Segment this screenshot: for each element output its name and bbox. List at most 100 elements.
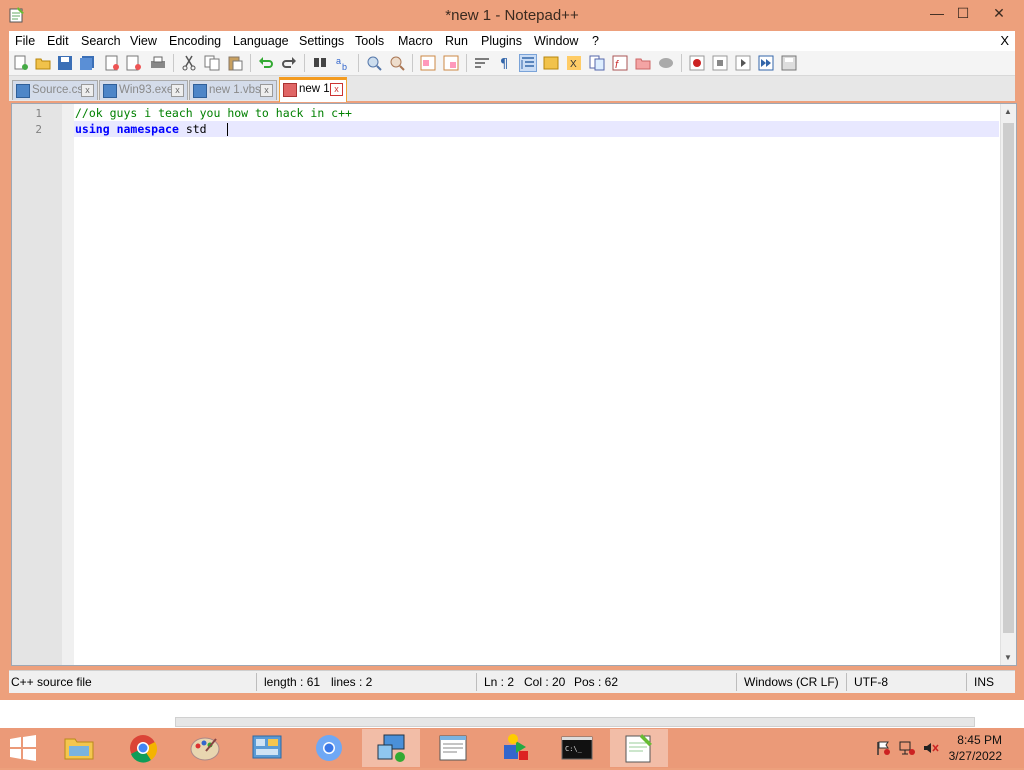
fold-margin[interactable] bbox=[62, 104, 74, 665]
redo-icon[interactable] bbox=[281, 55, 297, 71]
menu-plugins[interactable]: Plugins bbox=[481, 34, 522, 48]
notepad-icon[interactable] bbox=[424, 729, 482, 767]
folder-workspace-icon[interactable] bbox=[635, 55, 651, 71]
sync-vertical-icon[interactable] bbox=[420, 55, 436, 71]
run-macro-multiple-icon[interactable] bbox=[758, 55, 774, 71]
status-insert-mode[interactable]: INS bbox=[974, 675, 994, 689]
status-separator bbox=[256, 673, 257, 691]
control-panel-icon[interactable] bbox=[238, 729, 296, 767]
action-center-flag-icon[interactable] bbox=[875, 740, 891, 756]
line-number: 1 bbox=[35, 107, 42, 120]
copy-icon[interactable] bbox=[204, 55, 220, 71]
chromium-icon[interactable] bbox=[300, 729, 358, 767]
status-separator bbox=[476, 673, 477, 691]
menu-window[interactable]: Window bbox=[534, 34, 578, 48]
cut-icon[interactable] bbox=[181, 55, 197, 71]
keyword-token: namespace bbox=[116, 122, 179, 136]
undo-icon[interactable] bbox=[258, 55, 274, 71]
word-wrap-icon[interactable] bbox=[474, 55, 490, 71]
paste-icon[interactable] bbox=[227, 55, 243, 71]
tab-close-icon[interactable]: x bbox=[330, 83, 343, 96]
find-icon[interactable] bbox=[312, 55, 328, 71]
svg-text:C:\_: C:\_ bbox=[565, 745, 583, 753]
svg-text:b: b bbox=[342, 62, 347, 71]
monitoring-icon[interactable] bbox=[658, 55, 674, 71]
save-all-icon[interactable] bbox=[79, 55, 95, 71]
scroll-up-icon[interactable]: ▲ bbox=[1004, 107, 1012, 116]
tab-new-1-vbs[interactable]: new 1.vbs x bbox=[189, 80, 277, 100]
sync-horizontal-icon[interactable] bbox=[443, 55, 459, 71]
menu-help[interactable]: ? bbox=[592, 34, 599, 48]
function-list-icon[interactable]: f bbox=[612, 55, 628, 71]
status-bar: C++ source file length : 61 lines : 2 Ln… bbox=[9, 670, 1015, 693]
indent-guide-icon[interactable] bbox=[519, 54, 537, 72]
maximize-button[interactable]: ☐ bbox=[948, 2, 978, 24]
tab-close-icon[interactable]: x bbox=[81, 84, 94, 97]
zoom-out-icon[interactable] bbox=[389, 55, 405, 71]
3d-app-icon[interactable] bbox=[486, 729, 544, 767]
vertical-scrollbar[interactable]: ▲ ▼ bbox=[1000, 104, 1016, 665]
document-icon bbox=[193, 84, 207, 98]
clock-date[interactable]: 3/27/2022 bbox=[949, 749, 1002, 763]
code-editor[interactable]: 1 2 //ok guys i teach you how to hack in… bbox=[11, 103, 1017, 666]
open-file-icon[interactable] bbox=[35, 55, 51, 71]
network-status-icon[interactable] bbox=[898, 740, 916, 756]
network-icon[interactable] bbox=[362, 729, 420, 767]
svg-text:X: X bbox=[570, 59, 577, 70]
replace-icon[interactable]: ab bbox=[335, 55, 351, 71]
cmd-icon[interactable]: C:\_ bbox=[548, 729, 606, 767]
record-macro-icon[interactable] bbox=[689, 55, 705, 71]
menu-tools[interactable]: Tools bbox=[355, 34, 384, 48]
stop-macro-icon[interactable] bbox=[712, 55, 728, 71]
new-file-icon[interactable] bbox=[13, 55, 29, 71]
status-eol-format[interactable]: Windows (CR LF) bbox=[744, 675, 839, 689]
notepadpp-icon[interactable] bbox=[610, 729, 668, 767]
paint-icon[interactable] bbox=[176, 729, 234, 767]
status-encoding[interactable]: UTF-8 bbox=[854, 675, 888, 689]
menu-macro[interactable]: Macro bbox=[398, 34, 433, 48]
menu-search[interactable]: Search bbox=[81, 34, 121, 48]
close-document-button[interactable]: X bbox=[1000, 33, 1009, 48]
tab-source-cs[interactable]: Source.cs x bbox=[12, 80, 98, 100]
document-icon bbox=[103, 84, 117, 98]
show-all-chars-icon[interactable]: ¶ bbox=[497, 55, 513, 71]
clock-time[interactable]: 8:45 PM bbox=[957, 733, 1002, 747]
menu-settings[interactable]: Settings bbox=[299, 34, 344, 48]
title-bar[interactable]: *new 1 - Notepad++ — ☐ ✕ bbox=[0, 0, 1024, 31]
save-macro-icon[interactable] bbox=[781, 55, 797, 71]
user-defined-lang-icon[interactable]: X bbox=[566, 55, 582, 71]
lang-folder-icon[interactable] bbox=[543, 55, 559, 71]
toolbar-separator bbox=[250, 54, 251, 72]
toolbar-separator bbox=[173, 54, 174, 72]
file-explorer-icon[interactable] bbox=[50, 729, 108, 767]
save-icon[interactable] bbox=[57, 55, 73, 71]
tab-close-icon[interactable]: x bbox=[171, 84, 184, 97]
zoom-in-icon[interactable] bbox=[366, 55, 382, 71]
code-line[interactable]: using namespace std bbox=[75, 122, 207, 136]
play-macro-icon[interactable] bbox=[735, 55, 751, 71]
close-window-button[interactable]: ✕ bbox=[984, 2, 1014, 24]
close-file-icon[interactable] bbox=[104, 55, 120, 71]
windows-start-icon[interactable] bbox=[8, 734, 38, 762]
menu-language[interactable]: Language bbox=[233, 34, 289, 48]
chrome-icon[interactable] bbox=[114, 729, 172, 767]
menu-run[interactable]: Run bbox=[445, 34, 468, 48]
doc-map-icon[interactable] bbox=[589, 55, 605, 71]
toolbar-separator bbox=[466, 54, 467, 72]
tab-close-icon[interactable]: x bbox=[260, 84, 273, 97]
menu-view[interactable]: View bbox=[130, 34, 157, 48]
menu-edit[interactable]: Edit bbox=[47, 34, 69, 48]
close-all-icon[interactable] bbox=[126, 55, 142, 71]
horizontal-scrollbar[interactable] bbox=[175, 717, 975, 727]
scroll-down-icon[interactable]: ▼ bbox=[1004, 653, 1012, 662]
tab-new-1[interactable]: new 1 x bbox=[279, 77, 347, 102]
menu-encoding[interactable]: Encoding bbox=[169, 34, 221, 48]
line-number: 2 bbox=[35, 123, 42, 136]
menu-file[interactable]: File bbox=[15, 34, 35, 48]
code-line-comment[interactable]: //ok guys i teach you how to hack in c++ bbox=[75, 106, 352, 120]
print-icon[interactable] bbox=[150, 55, 166, 71]
toolbar-separator bbox=[412, 54, 413, 72]
tab-win93-exe[interactable]: Win93.exe x bbox=[99, 80, 188, 100]
volume-muted-icon[interactable] bbox=[922, 740, 940, 756]
scrollbar-thumb[interactable] bbox=[1003, 123, 1014, 633]
